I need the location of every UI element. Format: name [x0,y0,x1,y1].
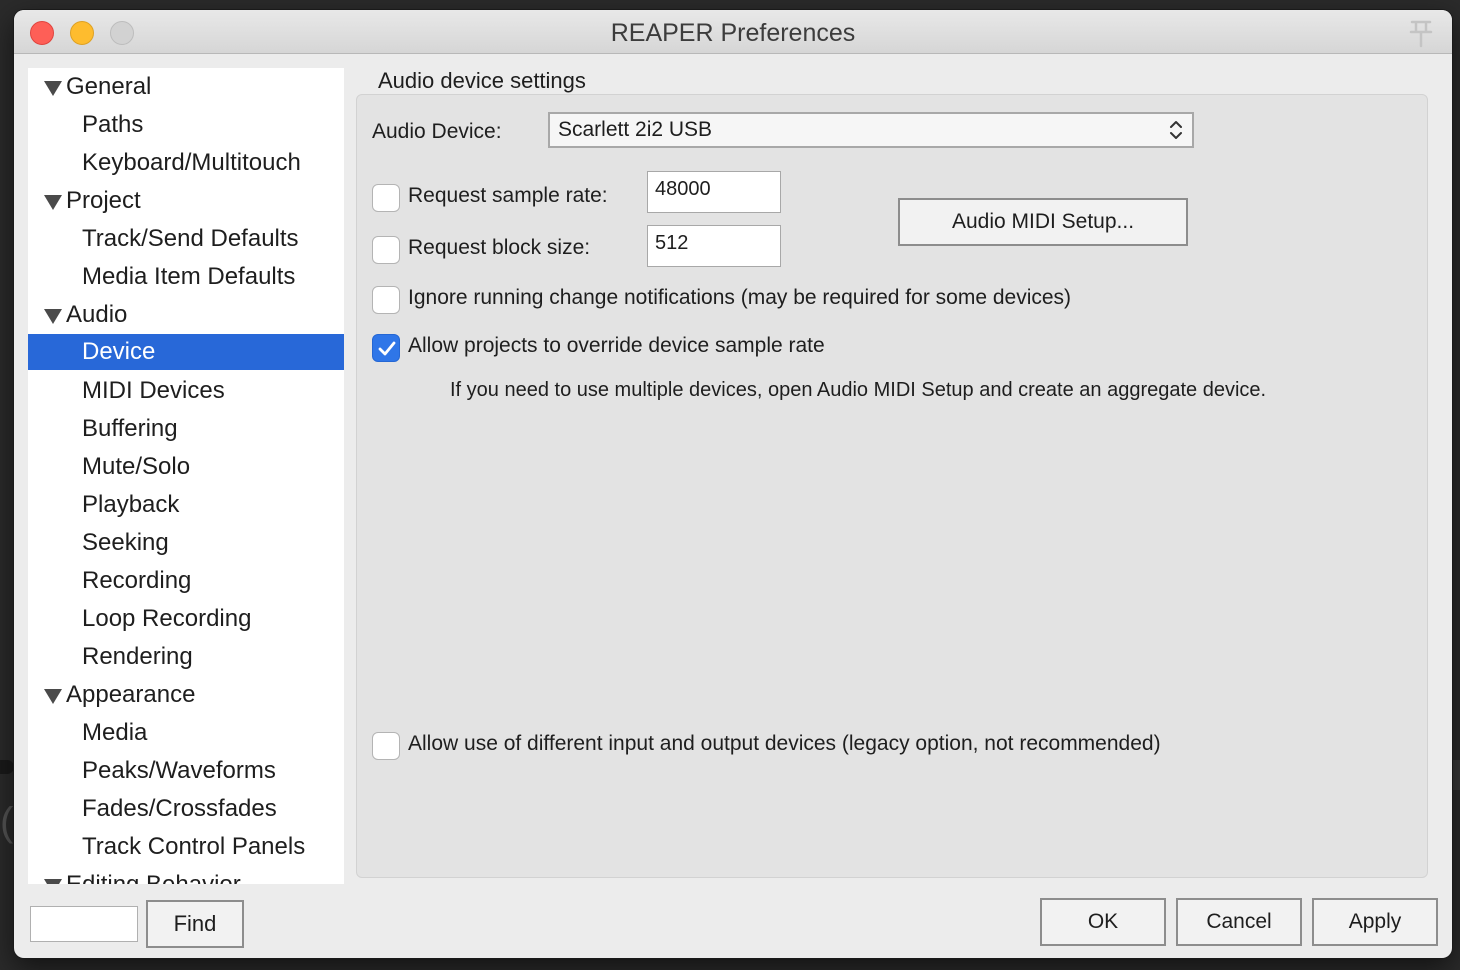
sidebar-item-media[interactable]: Media [28,714,344,752]
ignore-notifications-label: Ignore running change notifications (may… [408,286,1072,309]
sidebar-item-midi-devices[interactable]: MIDI Devices [28,372,344,410]
sidebar-item-rendering[interactable]: Rendering [28,638,344,676]
sidebar-item-peaks-waveforms[interactable]: Peaks/Waveforms [28,752,344,790]
sidebar-item-label: Media Item Defaults [82,263,296,290]
allow-override-checkbox[interactable] [372,334,400,362]
sidebar-item-device[interactable]: Device [28,334,344,370]
sidebar-item-recording[interactable]: Recording [28,562,344,600]
window-title: REAPER Preferences [610,19,856,47]
pin-icon[interactable] [1406,18,1436,48]
sidebar-item-label: Buffering [82,415,178,442]
sidebar-item-label: Project [66,187,141,214]
sidebar-item-label: Peaks/Waveforms [82,757,276,784]
block-size-label: Request block size: [408,236,591,259]
sidebar-item-label: Playback [82,491,180,518]
sidebar-item-label: Loop Recording [82,605,252,632]
block-size-input[interactable]: 512 [647,225,781,267]
audio-device-select[interactable]: Scarlett 2i2 USB [548,112,1194,148]
audio-device-label: Audio Device: [372,120,502,143]
preferences-window: REAPER Preferences General Paths Keyboard/… [14,10,1452,958]
sidebar-item-label: MIDI Devices [82,377,225,404]
disclosure-triangle-icon[interactable] [44,689,62,704]
sidebar-item-loop-recording[interactable]: Loop Recording [28,600,344,638]
sidebar-item-track-send-defaults[interactable]: Track/Send Defaults [28,220,344,258]
cancel-button[interactable]: Cancel [1176,898,1302,946]
preferences-tree[interactable]: General Paths Keyboard/Multitouch Project Tr… [28,68,344,884]
sidebar-item-buffering[interactable]: Buffering [28,410,344,448]
sample-rate-label: Request sample rate: [408,184,608,207]
different-devices-label: Allow use of different input and output … [408,732,1161,755]
checkmark-icon [378,341,396,356]
sample-rate-input[interactable]: 48000 [647,171,781,213]
sample-rate-checkbox[interactable] [372,184,400,212]
sidebar-item-label: Fades/Crossfades [82,795,277,822]
sidebar-item-paths[interactable]: Paths [28,106,344,144]
sidebar-item-audio[interactable]: Audio [28,296,344,334]
sidebar-item-playback[interactable]: Playback [28,486,344,524]
sidebar-item-label: Recording [82,567,192,594]
chevron-updown-icon [1170,121,1182,139]
sidebar-item-label: Media [82,719,148,746]
sidebar-item-label: Paths [82,111,144,138]
sidebar-item-label: Editing Behavior [66,871,241,884]
sidebar-item-editing-behavior[interactable]: Editing Behavior [28,866,344,884]
disclosure-triangle-icon[interactable] [44,81,62,96]
sidebar-item-seeking[interactable]: Seeking [28,524,344,562]
audio-midi-setup-button[interactable]: Audio MIDI Setup... [898,198,1188,246]
sidebar-item-label: Rendering [82,643,193,670]
sidebar-item-label: Audio [66,301,128,328]
apply-button[interactable]: Apply [1312,898,1438,946]
sidebar-item-label: Mute/Solo [82,453,191,480]
sidebar-item-label: Seeking [82,529,169,556]
section-title: Audio device settings [378,68,586,93]
disclosure-triangle-icon[interactable] [44,195,62,210]
allow-override-label: Allow projects to override device sample… [408,334,825,357]
sidebar-item-project[interactable]: Project [28,182,344,220]
background-strip [1452,760,1460,790]
sidebar-item-appearance[interactable]: Appearance [28,676,344,714]
sidebar-item-label: Track Control Panels [82,833,306,860]
sidebar-item-label: Appearance [66,681,196,708]
ok-button[interactable]: OK [1040,898,1166,946]
sidebar-item-label: Keyboard/Multitouch [82,149,301,176]
disclosure-triangle-icon[interactable] [44,309,62,324]
audio-device-value: Scarlett 2i2 USB [558,118,713,141]
settings-group [356,94,1428,878]
sidebar-item-general[interactable]: General [28,68,344,106]
disclosure-triangle-icon[interactable] [44,879,62,884]
sidebar-item-label: Device [82,338,156,365]
sidebar-item-track-control-panels[interactable]: Track Control Panels [28,828,344,866]
different-devices-checkbox[interactable] [372,732,400,760]
find-input[interactable] [30,906,138,942]
sidebar-item-media-item-defaults[interactable]: Media Item Defaults [28,258,344,296]
background-panel-knob [0,760,14,774]
background-app-glyph: ( [0,800,14,844]
sidebar-item-fades-crossfades[interactable]: Fades/Crossfades [28,790,344,828]
block-size-checkbox[interactable] [372,236,400,264]
sidebar-item-keyboard-multitouch[interactable]: Keyboard/Multitouch [28,144,344,182]
find-button[interactable]: Find [146,900,244,948]
sidebar-item-mute-solo[interactable]: Mute/Solo [28,448,344,486]
ignore-notifications-checkbox[interactable] [372,286,400,314]
sidebar-item-label: General [66,73,152,100]
sidebar-item-label: Track/Send Defaults [82,225,299,252]
aggregate-device-hint: If you need to use multiple devices, ope… [450,379,1267,401]
title-bar: REAPER Preferences [14,10,1452,54]
